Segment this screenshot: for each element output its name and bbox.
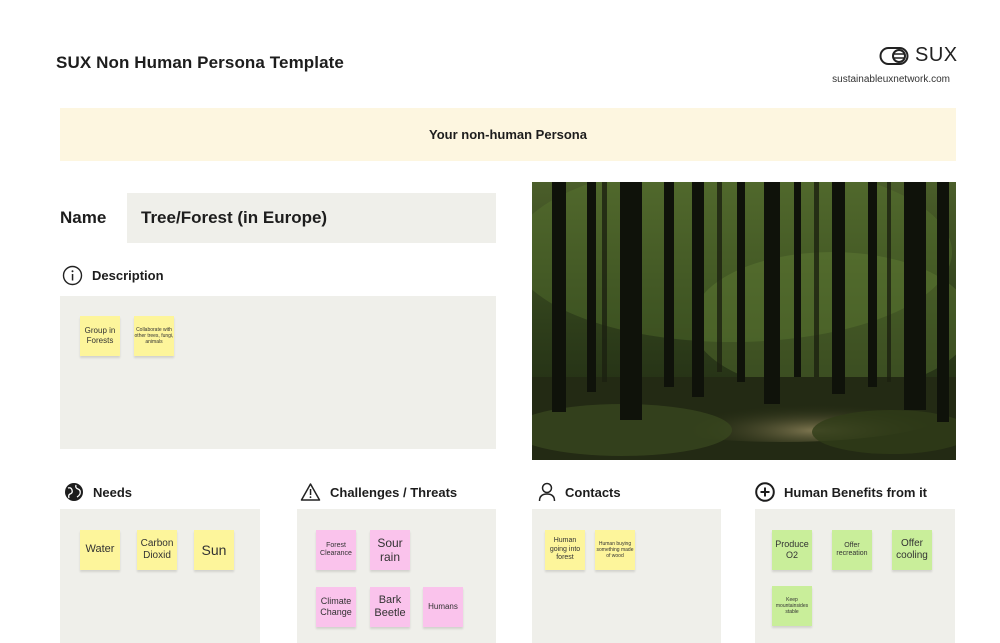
benefits-header: Human Benefits from it <box>755 482 927 502</box>
plus-circle-icon <box>755 482 775 502</box>
sticky-note[interactable]: Offer cooling <box>892 530 932 570</box>
info-icon <box>62 265 83 286</box>
description-panel[interactable]: Group in Forests Collaborate with other … <box>60 296 496 449</box>
contacts-heading: Contacts <box>565 484 621 500</box>
sticky-note[interactable]: Group in Forests <box>80 316 120 356</box>
sticky-note[interactable]: Humans <box>423 587 463 627</box>
name-label: Name <box>60 208 107 227</box>
sticky-note[interactable]: Offer recreation <box>832 530 872 570</box>
sticky-note[interactable]: Human going into forest <box>545 530 585 570</box>
warning-icon <box>300 482 321 502</box>
name-value: Tree/Forest (in Europe) <box>141 208 328 227</box>
person-icon <box>538 482 556 502</box>
sticky-note[interactable]: Keep mountainsides stable <box>772 586 812 626</box>
sticky-note[interactable]: Climate Change <box>316 587 356 627</box>
sticky-note[interactable]: Sour rain <box>370 530 410 570</box>
sux-logo-text: SUX <box>915 44 958 66</box>
contacts-header: Contacts <box>538 482 621 502</box>
contacts-panel[interactable]: Human going into forest Human buying som… <box>532 509 721 643</box>
name-field[interactable]: Tree/Forest (in Europe) <box>127 193 496 243</box>
persona-photo <box>532 182 956 460</box>
page-title: SUX Non Human Persona Template <box>56 53 344 72</box>
sticky-note[interactable]: Human buying something made of wood <box>595 530 635 570</box>
needs-header: Needs <box>64 482 132 502</box>
benefits-heading: Human Benefits from it <box>784 484 928 500</box>
description-header: Description <box>62 265 164 286</box>
benefits-panel[interactable]: Produce O2 Offer recreation Offer coolin… <box>755 509 955 643</box>
challenges-header: Challenges / Threats <box>300 482 457 502</box>
challenges-heading: Challenges / Threats <box>330 484 458 500</box>
sux-logo-icon <box>879 46 909 66</box>
challenges-panel[interactable]: Forest Clearance Sour rain Climate Chang… <box>297 509 496 643</box>
description-heading: Description <box>92 268 164 283</box>
website-link[interactable]: sustainableuxnetwork.com <box>832 74 950 85</box>
sticky-note[interactable]: Collaborate with other trees, fungi, ani… <box>134 316 174 356</box>
sticky-note[interactable]: Sun <box>194 530 234 570</box>
sux-logo: SUX <box>879 44 958 67</box>
sticky-note[interactable]: Produce O2 <box>772 530 812 570</box>
persona-banner-label: Your non-human Persona <box>429 127 587 142</box>
sticky-note[interactable]: Bark Beetle <box>370 587 410 627</box>
persona-banner: Your non-human Persona <box>60 108 956 161</box>
needs-panel[interactable]: Water Carbon Dioxid Sun <box>60 509 260 643</box>
sticky-note[interactable]: Forest Clearance <box>316 530 356 570</box>
needs-heading: Needs <box>93 484 133 500</box>
sticky-note[interactable]: Water <box>80 530 120 570</box>
globe-icon <box>64 482 84 502</box>
sticky-note[interactable]: Carbon Dioxid <box>137 530 177 570</box>
